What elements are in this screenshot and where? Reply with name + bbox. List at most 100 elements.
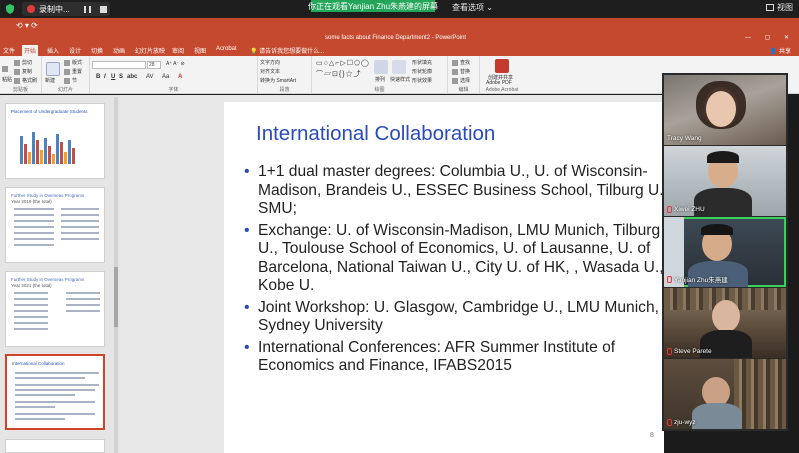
tab-slideshow[interactable]: 幻灯片放映 bbox=[133, 46, 167, 55]
slide-thumbnail-9[interactable] bbox=[5, 439, 105, 453]
participant-name: Steve Parete bbox=[674, 348, 712, 355]
stop-icon[interactable] bbox=[99, 5, 107, 13]
grow-font-icon[interactable]: A⁺ A⁻ ⊘ bbox=[166, 61, 185, 67]
participant-name-tag: Xiwei ZHU bbox=[667, 206, 705, 213]
participant-name-tag: Yanjian Zhu朱燕建 bbox=[667, 274, 728, 284]
strikethrough-button[interactable]: abc bbox=[127, 74, 137, 80]
text-direction-label: 文字方向 bbox=[260, 60, 281, 66]
case-button[interactable]: Aa bbox=[162, 74, 169, 80]
select-button[interactable]: 选择 bbox=[452, 77, 470, 84]
quick-styles-icon[interactable] bbox=[392, 60, 406, 74]
shape-outline-button[interactable]: 形状轮廓 bbox=[412, 68, 432, 75]
drawing-group-label: 绘图 bbox=[374, 87, 385, 93]
pdf-icon[interactable] bbox=[495, 59, 509, 73]
tell-me-search[interactable]: 💡 请告诉我您想要做什么... bbox=[248, 46, 326, 55]
font-color-button[interactable]: A bbox=[178, 74, 182, 80]
video-tile-tracy[interactable]: Tracy Wang bbox=[664, 75, 786, 145]
tab-home[interactable]: 开始 bbox=[22, 45, 39, 56]
scrollbar-thumb[interactable] bbox=[114, 267, 118, 327]
slide-bullet-list[interactable]: 1+1 dual master degrees: Columbia U., U.… bbox=[244, 163, 674, 379]
view-button[interactable]: 视图 bbox=[766, 2, 793, 13]
thumb-text-line bbox=[61, 214, 99, 216]
view-options-button[interactable]: 查看选项 ⌄ bbox=[452, 2, 493, 13]
bullet-item[interactable]: 1+1 dual master degrees: Columbia U., U.… bbox=[244, 163, 674, 219]
thumb-text-line bbox=[14, 316, 48, 318]
underline-button[interactable]: U bbox=[111, 74, 115, 80]
tab-file[interactable]: 文件 bbox=[1, 46, 17, 55]
drawing-group: ▭○△⌐▷☐⬠◯ ⌒▱⊡{}☆⤴ 排列 快速样式 形状填充 形状轮廓 形状效果 … bbox=[312, 56, 448, 94]
bullet-item[interactable]: Joint Workshop: U. Glasgow, Cambridge U.… bbox=[244, 299, 674, 336]
window-title: some facts about Finance Department2 - P… bbox=[325, 35, 467, 41]
slide-thumbnail-8[interactable]: International Collaboration bbox=[5, 354, 105, 430]
format-painter-label: 格式刷 bbox=[22, 78, 38, 84]
italic-button[interactable]: I bbox=[104, 74, 106, 80]
cut-button[interactable]: 剪切 bbox=[14, 59, 32, 66]
new-slide-icon[interactable] bbox=[46, 62, 60, 76]
slide-thumbnail-5[interactable]: Placement of Undergraduate Students bbox=[5, 103, 105, 179]
bullet-item[interactable]: Exchange: U. of Wisconsin-Madison, LMU M… bbox=[244, 222, 674, 296]
share-label: 共享 bbox=[778, 49, 791, 55]
reset-button[interactable]: 重置 bbox=[64, 68, 82, 75]
shadow-button[interactable]: S bbox=[119, 74, 123, 80]
tab-design[interactable]: 设计 bbox=[67, 46, 83, 55]
video-tile-steve[interactable]: Steve Parete bbox=[664, 288, 786, 358]
format-painter-button[interactable]: 格式刷 bbox=[14, 77, 37, 84]
copy-button[interactable]: 复制 bbox=[14, 68, 32, 75]
participant-name-tag: Tracy Wang bbox=[667, 135, 702, 142]
screen: 录制中... 你正在观看Yanjian Zhu朱燕建的屏幕 查看选项 ⌄ 视图 … bbox=[0, 0, 799, 453]
select-label: 选择 bbox=[460, 78, 471, 84]
viewing-banner: 你正在观看Yanjian Zhu朱燕建的屏幕 bbox=[307, 0, 439, 12]
spacing-button[interactable]: AV bbox=[146, 74, 154, 80]
mic-muted-icon bbox=[667, 348, 672, 355]
replace-button[interactable]: 替换 bbox=[452, 68, 470, 75]
shapes-gallery-row2[interactable]: ⌒▱⊡{}☆⤴ bbox=[316, 69, 362, 79]
slide-title[interactable]: International Collaboration bbox=[256, 122, 495, 146]
tab-animations[interactable]: 动画 bbox=[111, 46, 127, 55]
layout-button[interactable]: 版式 bbox=[64, 59, 82, 66]
thumbnail-scrollbar[interactable] bbox=[114, 97, 118, 453]
cut-label: 剪切 bbox=[22, 60, 33, 66]
new-slide-label[interactable]: 新建 bbox=[45, 77, 55, 84]
layout-label: 版式 bbox=[72, 60, 83, 66]
thumb-text-line bbox=[15, 389, 95, 391]
undo-icon[interactable]: ⟲ ▾ ⟳ bbox=[16, 21, 38, 30]
quick-access-strip: ⟲ ▾ ⟳ bbox=[0, 18, 799, 32]
slide-thumbnail-7[interactable]: Further Study in Overseas Programs Year … bbox=[5, 271, 105, 347]
tab-insert[interactable]: 插入 bbox=[45, 46, 61, 55]
video-tile-xiwei[interactable]: Xiwei ZHU bbox=[664, 146, 786, 216]
window-controls[interactable]: — ▢ ✕ bbox=[745, 34, 795, 41]
recording-indicator[interactable]: 录制中... bbox=[22, 2, 110, 16]
shape-fill-button[interactable]: 形状填充 bbox=[412, 59, 432, 66]
video-tile-zju-wyz[interactable]: zju-wyz bbox=[664, 359, 786, 429]
current-slide[interactable]: International Collaboration 1+1 dual mas… bbox=[224, 102, 668, 453]
bullet-item[interactable]: International Conferences: AFR Summer In… bbox=[244, 339, 674, 376]
bold-button[interactable]: B bbox=[96, 74, 100, 80]
thumb-text-line bbox=[66, 298, 100, 300]
video-tile-yanjian[interactable]: Yanjian Zhu朱燕建 bbox=[664, 217, 786, 287]
tab-review[interactable]: 审阅 bbox=[170, 46, 186, 55]
tab-acrobat[interactable]: Acrobat bbox=[214, 46, 239, 52]
smartart-button[interactable]: 转换为 SmartArt bbox=[260, 77, 296, 84]
align-text-button[interactable]: 对齐文本 bbox=[260, 68, 280, 75]
thumb-text-line bbox=[61, 220, 99, 222]
text-direction-button[interactable]: 文字方向 bbox=[260, 59, 280, 66]
font-name-field[interactable] bbox=[92, 61, 146, 69]
section-button[interactable]: 节 bbox=[64, 77, 77, 84]
font-size-field[interactable]: 28 bbox=[147, 61, 161, 69]
thumb-text-line bbox=[15, 413, 95, 415]
tab-transitions[interactable]: 切换 bbox=[89, 46, 105, 55]
tab-view[interactable]: 视图 bbox=[192, 46, 208, 55]
thumb-text-line bbox=[14, 238, 54, 240]
thumb-text-line bbox=[66, 304, 100, 306]
shapes-gallery[interactable]: ▭○△⌐▷☐⬠◯ bbox=[316, 59, 370, 67]
slide-thumbnail-6[interactable]: Further Study in Overseas Programs Year … bbox=[5, 187, 105, 263]
slide-thumbnail-pane: Placement of Undergraduate Students Furt… bbox=[0, 95, 120, 453]
thumb-text-line bbox=[15, 377, 85, 379]
share-button[interactable]: 👤 共享 bbox=[770, 46, 791, 55]
thumb-text-line bbox=[14, 292, 48, 294]
find-button[interactable]: 查找 bbox=[452, 59, 470, 66]
pause-icon[interactable] bbox=[83, 5, 91, 13]
paste-button[interactable] bbox=[2, 66, 10, 72]
shape-effect-button[interactable]: 形状效果 bbox=[412, 77, 432, 84]
arrange-icon[interactable] bbox=[374, 60, 388, 74]
